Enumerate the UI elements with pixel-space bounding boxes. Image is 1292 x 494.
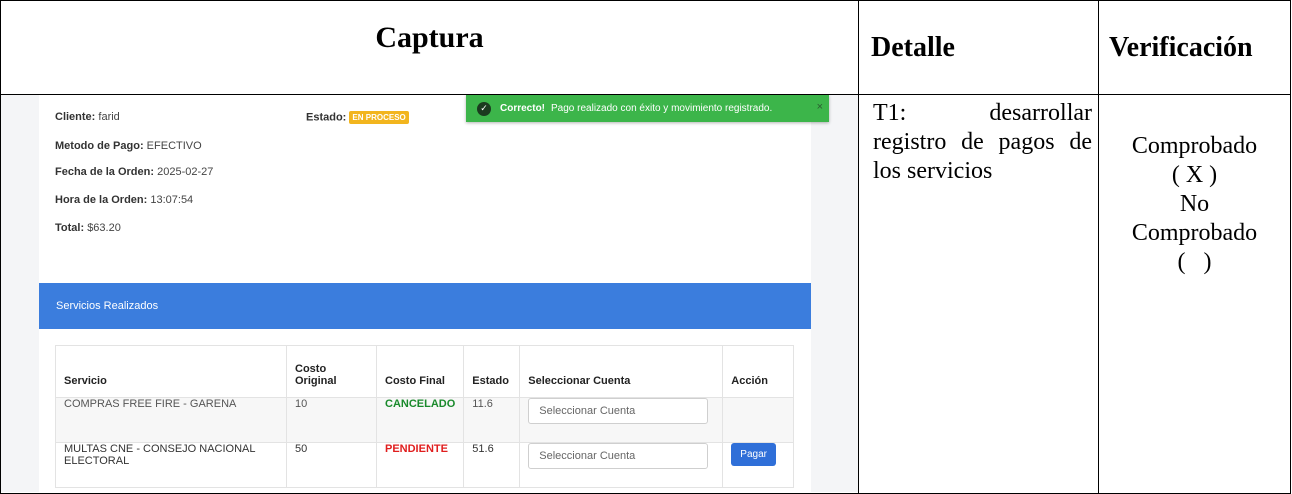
unchecked-label-line2: Comprobado — [1131, 220, 1258, 246]
service-name: MULTAS CNE - CONSEJO NACIONAL ELECTORAL — [55, 442, 287, 488]
col-final-cost: Costo Final — [375, 345, 465, 398]
col-status: Estado — [463, 345, 521, 398]
col-select-account: Seleccionar Cuenta — [519, 345, 724, 398]
date-value: 2025-02-27 — [157, 166, 214, 178]
checked-label: Comprobado — [1131, 133, 1258, 159]
table-row: MULTAS CNE - CONSEJO NACIONAL ELECTORAL … — [55, 442, 795, 488]
account-cell: Seleccionar Cuenta — [519, 442, 724, 488]
col-action: Acción — [722, 345, 795, 398]
services-table: Servicio Costo Original Costo Final Esta… — [55, 345, 795, 488]
status-field: Estado: EN PROCESO — [306, 111, 409, 124]
document-table: Captura Detalle Verificación Cliente: fa… — [0, 0, 1291, 494]
payment-field: Metodo de Pago: EFECTIVO — [55, 140, 202, 152]
status-badge: EN PROCESO — [349, 111, 409, 124]
col-original-cost: Costo Original — [286, 345, 377, 398]
client-value: farid — [98, 111, 120, 123]
action-cell: Pagar — [722, 442, 795, 488]
total-field: Total: $63.20 — [55, 222, 121, 234]
total-value: $63.20 — [87, 222, 121, 234]
status-label: Estado: — [306, 111, 347, 124]
payment-value: EFECTIVO — [146, 140, 202, 152]
account-cell: Seleccionar Cuenta — [519, 397, 724, 443]
time-value: 13:07:54 — [150, 194, 194, 206]
date-label: Fecha de la Orden: — [55, 166, 155, 178]
success-toast: ✓ Correcto! Pago realizado con éxito y m… — [466, 95, 829, 122]
unchecked-mark: ( ) — [1177, 249, 1212, 275]
account-select[interactable]: Seleccionar Cuenta — [528, 443, 709, 469]
pay-button[interactable]: Pagar — [731, 443, 776, 466]
header-detail: Detalle — [858, 0, 1099, 95]
toast-message: Pago realizado con éxito y movimiento re… — [551, 103, 773, 114]
original-cost: 10 — [286, 397, 377, 443]
row-status: 11.6 — [463, 397, 521, 443]
checked-mark: ( X ) — [1171, 162, 1218, 188]
verification-block: Comprobado ( X ) No Comprobado ( ) — [1099, 95, 1290, 277]
toast-title: Correcto! — [500, 103, 546, 114]
check-icon: ✓ — [477, 101, 491, 116]
original-cost: 50 — [286, 442, 377, 488]
close-icon[interactable]: × — [817, 101, 823, 113]
detail-text: T1: desarrollar registro de pagos de los… — [873, 100, 1092, 184]
total-label: Total: — [55, 222, 85, 234]
capture-cell: Cliente: farid Estado: EN PROCESO Metodo… — [0, 94, 859, 494]
verification-cell: Comprobado ( X ) No Comprobado ( ) — [1098, 94, 1291, 494]
header-verification: Verificación — [1098, 0, 1291, 95]
embedded-screenshot: Cliente: farid Estado: EN PROCESO Metodo… — [1, 95, 858, 492]
action-cell — [722, 397, 795, 443]
services-panel-header: Servicios Realizados — [39, 283, 811, 329]
client-label: Cliente: — [55, 111, 96, 123]
client-field: Cliente: farid — [55, 111, 120, 123]
time-field: Hora de la Orden: 13:07:54 — [55, 194, 193, 206]
date-field: Fecha de la Orden: 2025-02-27 — [55, 166, 213, 178]
final-cost-status: PENDIENTE — [375, 442, 465, 488]
table-row: COMPRAS FREE FIRE - GARENA 10 CANCELADO … — [55, 397, 795, 443]
services-panel-title: Servicios Realizados — [56, 300, 159, 312]
time-label: Hora de la Orden: — [55, 194, 148, 206]
header-capture: Captura — [0, 0, 859, 95]
account-select[interactable]: Seleccionar Cuenta — [528, 398, 709, 424]
payment-label: Metodo de Pago: — [55, 140, 144, 152]
row-status: 51.6 — [463, 442, 521, 488]
final-cost-status: CANCELADO — [375, 397, 465, 443]
table-header-row: Servicio Costo Original Costo Final Esta… — [55, 345, 795, 398]
col-service: Servicio — [55, 345, 287, 398]
detail-cell: T1: desarrollar registro de pagos de los… — [858, 94, 1099, 494]
unchecked-label-line1: No — [1179, 191, 1210, 217]
service-name: COMPRAS FREE FIRE - GARENA — [55, 397, 287, 443]
